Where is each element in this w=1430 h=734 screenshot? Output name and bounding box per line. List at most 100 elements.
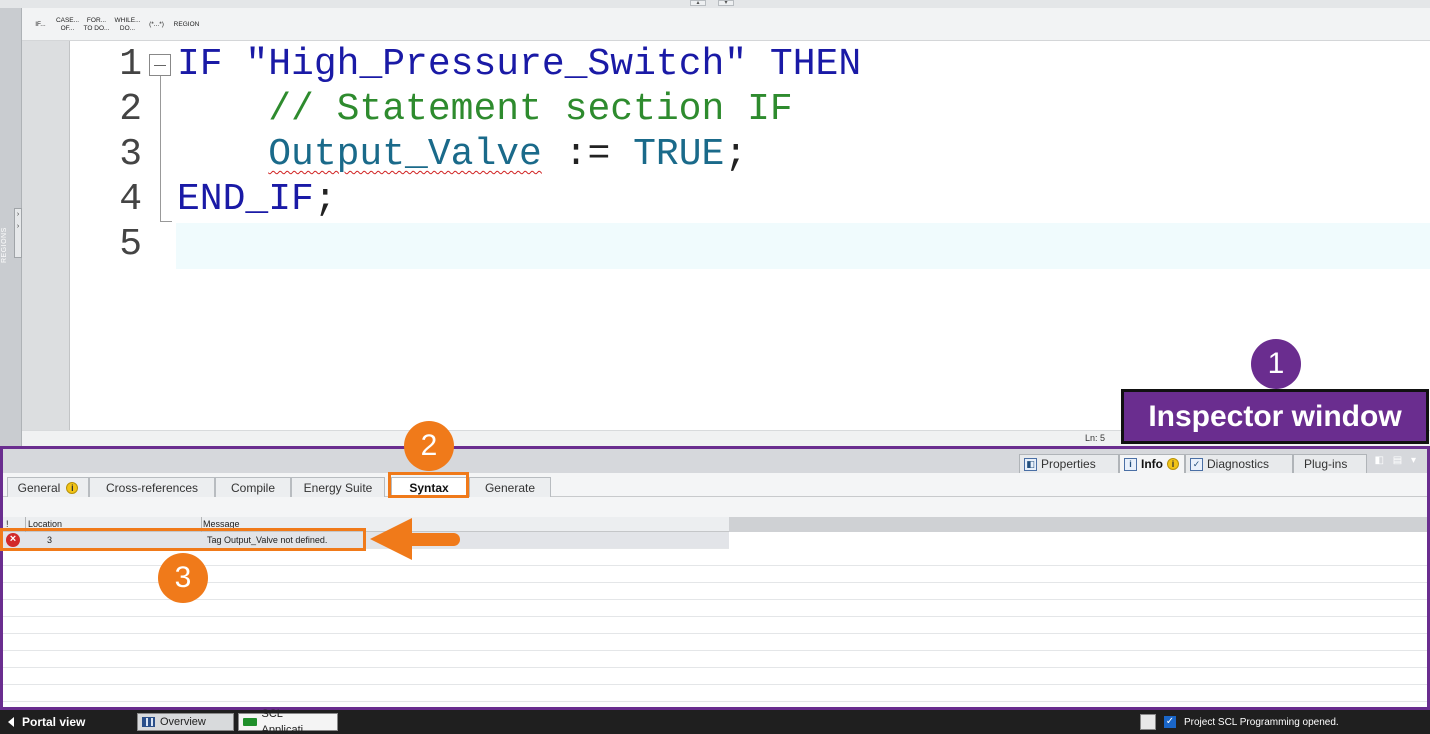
subtab-compile[interactable]: Compile (215, 477, 291, 497)
col-status-header[interactable]: ! (6, 519, 9, 529)
arrow-left-icon (370, 518, 412, 560)
code-text[interactable]: Output_Valve := TRUE; (177, 133, 747, 177)
program-block-icon (243, 718, 257, 726)
col-separator (201, 517, 202, 532)
code-token: TRUE (633, 133, 725, 176)
status-area: ✓ Project SCL Programming opened. (1140, 714, 1339, 730)
general-info-badge-icon: i (66, 481, 79, 494)
overview-icon (142, 717, 155, 727)
line-number: 2 (119, 88, 142, 131)
table-row (3, 685, 1427, 702)
annotation-badge-2: 2 (404, 421, 454, 471)
cell-location: 3 (47, 535, 53, 545)
window-controls-icon[interactable]: ◧ ▤ ▾ (1375, 455, 1419, 466)
status-log-icon[interactable] (1140, 714, 1156, 730)
for-statement-button[interactable]: FOR... TO DO... (82, 12, 111, 38)
tia-portal-window: ▴ ▾ REGIONS › › IF... CASE... OF... FOR..… (0, 0, 1430, 734)
tab-diagnostics-label: Diagnostics (1207, 457, 1270, 471)
table-row (3, 668, 1427, 685)
line-number: 1 (119, 43, 142, 86)
region-statement-button[interactable]: REGION (172, 12, 201, 38)
portal-taskbar: Portal view Overview SCL Applicati... ✓ … (0, 708, 1430, 734)
tab-diagnostics[interactable]: ✓ Diagnostics (1185, 454, 1293, 473)
scl-application-button[interactable]: SCL Applicati... (238, 708, 338, 734)
line-number: 3 (119, 133, 142, 176)
code-token: ; (724, 133, 748, 176)
scl-application-label: SCL Applicati... (261, 708, 313, 734)
comment-statement-button[interactable]: (*...*) (142, 12, 171, 38)
portal-view-label: Portal view (22, 715, 86, 729)
while-statement-button[interactable]: WHILE... DO... (113, 12, 142, 38)
diagnostics-icon: ✓ (1190, 457, 1203, 471)
code-token: "High_Pressure_Switch" (245, 43, 748, 86)
grid-header: ! Location Message (3, 517, 1427, 532)
table-row (3, 566, 1427, 583)
tab-info-label: Info (1141, 457, 1163, 471)
info-badge-icon: i (1167, 458, 1179, 470)
portal-view-button[interactable]: Portal view (8, 715, 85, 729)
tab-properties-label: Properties (1041, 457, 1096, 471)
table-row (3, 583, 1427, 600)
header-fill (729, 517, 1427, 532)
inspector-subtabbar: General i Cross-references Compile Energ… (3, 473, 1427, 497)
status-message: Project SCL Programming opened. (1184, 716, 1339, 728)
table-row (3, 651, 1427, 668)
table-row (3, 549, 1427, 566)
table-row (3, 600, 1427, 617)
editor-gutter (22, 41, 70, 430)
code-token: IF (177, 43, 246, 86)
inspector-window: ◧ Properties i Info i ✓ Diagnostics Plug… (0, 446, 1430, 710)
tab-info[interactable]: i Info i (1119, 454, 1185, 473)
overview-label: Overview (160, 716, 206, 728)
top-scroll-strip: ▴ ▾ (0, 0, 1430, 8)
col-message-header[interactable]: Message (203, 519, 240, 529)
line-number: 5 (119, 223, 142, 266)
inspector-window-label: Inspector window (1121, 389, 1429, 444)
code-token: END_IF (177, 178, 314, 221)
subtab-general[interactable]: General i (7, 477, 89, 497)
table-row[interactable]: × 3 Tag Output_Valve not defined. (3, 532, 1427, 549)
code-token: THEN (747, 43, 862, 86)
code-token: ; (313, 178, 337, 221)
subtab-general-label: General (17, 480, 61, 495)
scl-code-editor[interactable]: 1 IF "High_Pressure_Switch" THEN 2 // Stat… (70, 41, 1430, 430)
code-text[interactable]: IF "High_Pressure_Switch" THEN (177, 43, 861, 87)
statement-toolbar: IF... CASE... OF... FOR... TO DO... WHIL… (22, 8, 1430, 41)
code-line[interactable]: 1 IF "High_Pressure_Switch" THEN (70, 43, 1430, 89)
regions-label: REGIONS (1, 227, 8, 263)
table-row (3, 617, 1427, 634)
inspector-tabbar: ◧ Properties i Info i ✓ Diagnostics Plug… (3, 449, 1427, 473)
tab-plugins[interactable]: Plug-ins (1293, 454, 1367, 473)
code-token: := (541, 133, 634, 176)
annotation-badge-1: 1 (1251, 339, 1301, 389)
code-line[interactable]: 3 Output_Valve := TRUE; (70, 133, 1430, 179)
line-indicator: Ln: 5 (1085, 433, 1106, 443)
code-line[interactable]: 5 (70, 223, 1430, 269)
scroll-up-icon[interactable]: ▴ (690, 0, 706, 6)
case-statement-button[interactable]: CASE... OF... (53, 12, 82, 38)
undefined-tag-token: Output_Valve (268, 133, 542, 176)
syntax-messages-grid: ! Location Message × 3 Tag Output_Valve … (3, 517, 1427, 707)
overview-button[interactable]: Overview (137, 713, 234, 731)
scroll-down-icon[interactable]: ▾ (718, 0, 734, 6)
subtab-cross-references[interactable]: Cross-references (89, 477, 215, 497)
table-row (3, 634, 1427, 651)
regions-toggle-icon[interactable]: › › (14, 208, 22, 258)
subtab-energy-suite[interactable]: Energy Suite (291, 477, 385, 497)
code-line[interactable]: 2 // Statement section IF (70, 88, 1430, 134)
code-text[interactable]: // Statement section IF (177, 88, 793, 132)
row-fill (729, 532, 1427, 549)
if-statement-button[interactable]: IF... (26, 12, 55, 38)
subtab-generate[interactable]: Generate (469, 477, 551, 497)
tab-properties[interactable]: ◧ Properties (1019, 454, 1119, 473)
subtab-syntax[interactable]: Syntax (391, 477, 467, 497)
chevron-left-icon (8, 717, 14, 727)
col-location-header[interactable]: Location (28, 519, 62, 529)
code-token: // Statement section IF (177, 88, 793, 131)
info-icon: i (1124, 457, 1137, 471)
col-separator (25, 517, 26, 532)
annotation-arrow (404, 533, 460, 546)
code-line[interactable]: 4 END_IF; (70, 178, 1430, 224)
code-text[interactable]: END_IF; (177, 178, 337, 222)
